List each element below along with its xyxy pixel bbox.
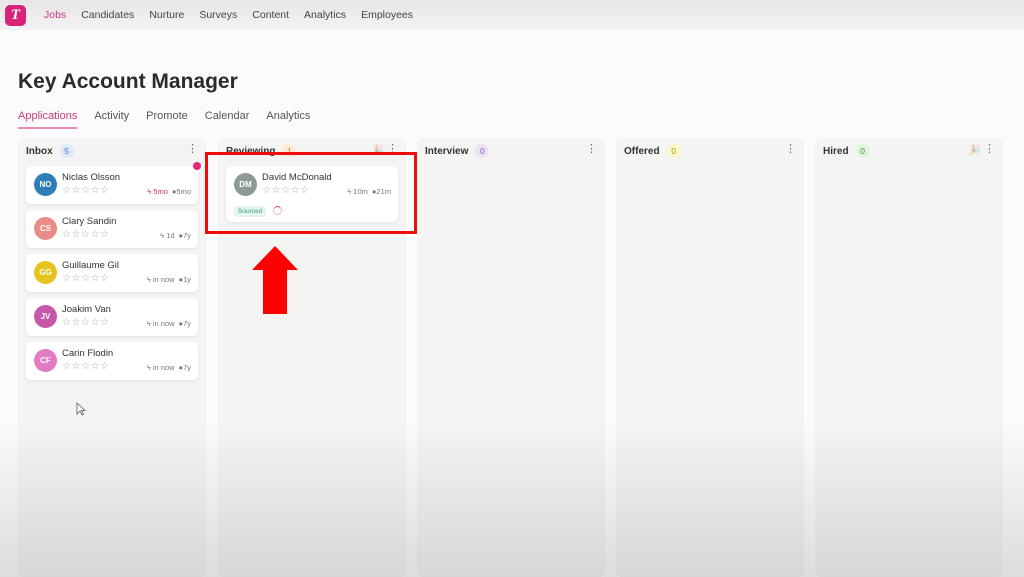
column-title: Inbox — [26, 145, 53, 157]
annotation-highlight-box — [205, 152, 417, 234]
app-logo[interactable]: T — [5, 4, 26, 26]
bolt-icon: ϟ — [146, 363, 151, 372]
annotation-up-arrow-icon — [252, 246, 298, 314]
tab-activity[interactable]: Activity — [94, 110, 129, 129]
star-rating[interactable]: ☆☆☆☆☆ — [62, 361, 109, 372]
avatar: CF — [34, 349, 57, 372]
column-menu-icon[interactable]: ⋮ — [984, 144, 995, 155]
candidate-meta: ϟ in now ●7y — [147, 363, 191, 372]
last-activity: in now — [152, 363, 175, 372]
candidate-name: Joakim Van — [62, 304, 111, 315]
column-title: Offered — [624, 145, 660, 157]
tab-applications[interactable]: Applications — [18, 110, 78, 129]
avatar: JV — [34, 305, 57, 328]
bolt-icon: ϟ — [147, 187, 152, 196]
nav-item-nurture[interactable]: Nurture — [149, 9, 184, 21]
application-age: 7y — [183, 231, 191, 240]
job-subtabs: Applications Activity Promote Calendar A… — [18, 110, 327, 129]
page-title: Key Account Manager — [18, 70, 238, 93]
candidate-card[interactable]: JV Joakim Van ☆☆☆☆☆ ϟ in now ●7y — [26, 298, 198, 336]
column-menu-icon[interactable]: ⋮ — [187, 144, 198, 155]
column-offered: Offered 0 ⋮ — [616, 138, 804, 577]
top-navigation-bar: T Jobs Candidates Nurture Surveys Conten… — [0, 0, 1024, 30]
pipeline-board: Inbox 5 ⋮ NO Niclas Olsson ☆☆☆☆☆ ϟ 5mo ●… — [18, 138, 1008, 577]
candidate-name: Niclas Olsson — [62, 172, 121, 183]
last-activity: 1d — [166, 231, 175, 240]
candidate-card[interactable]: GG Guillaume Gil ☆☆☆☆☆ ϟ in now ●1y — [26, 254, 198, 292]
candidate-meta: ϟ 1d ●7y — [160, 231, 191, 240]
last-activity: 5mo — [153, 187, 168, 196]
nav-item-content[interactable]: Content — [252, 9, 289, 21]
candidate-meta: ϟ in now ●7y — [147, 319, 191, 328]
column-interview: Interview 0 ⋮ — [417, 138, 605, 577]
avatar: CS — [34, 217, 57, 240]
candidate-meta: ϟ in now ●1y — [147, 275, 191, 284]
column-menu-icon[interactable]: ⋮ — [586, 144, 597, 155]
star-rating[interactable]: ☆☆☆☆☆ — [62, 185, 109, 196]
star-rating[interactable]: ☆☆☆☆☆ — [62, 317, 109, 328]
column-title: Interview — [425, 145, 469, 157]
nav-item-employees[interactable]: Employees — [361, 9, 413, 21]
celebrate-icon[interactable]: 🎉 — [969, 145, 981, 156]
candidate-name: Clary Sandin — [62, 216, 117, 227]
column-count-badge: 0 — [666, 144, 681, 158]
bolt-icon: ϟ — [160, 231, 165, 240]
tab-calendar[interactable]: Calendar — [205, 110, 250, 129]
nav-item-candidates[interactable]: Candidates — [81, 9, 134, 21]
tab-analytics[interactable]: Analytics — [266, 110, 310, 129]
candidate-card[interactable]: NO Niclas Olsson ☆☆☆☆☆ ϟ 5mo ●5mo — [26, 166, 198, 204]
column-inbox: Inbox 5 ⋮ NO Niclas Olsson ☆☆☆☆☆ ϟ 5mo ●… — [18, 138, 206, 577]
application-age: 7y — [183, 319, 191, 328]
last-activity: in now — [152, 275, 175, 284]
column-menu-icon[interactable]: ⋮ — [785, 144, 796, 155]
bolt-icon: ϟ — [146, 319, 151, 328]
last-activity: in now — [152, 319, 175, 328]
notification-dot — [193, 162, 201, 170]
application-age: 1y — [183, 275, 191, 284]
candidate-card[interactable]: CS Clary Sandin ☆☆☆☆☆ ϟ 1d ●7y — [26, 210, 198, 248]
nav-item-surveys[interactable]: Surveys — [199, 9, 237, 21]
avatar: GG — [34, 261, 57, 284]
column-title: Hired — [823, 145, 849, 157]
nav-item-jobs[interactable]: Jobs — [44, 9, 66, 21]
nav-item-analytics[interactable]: Analytics — [304, 9, 346, 21]
column-hired: Hired 0 🎉 ⋮ — [815, 138, 1003, 577]
bolt-icon: ϟ — [146, 275, 151, 284]
candidate-name: Guillaume Gil — [62, 260, 120, 271]
candidate-meta: ϟ 5mo ●5mo — [147, 187, 191, 196]
avatar: NO — [34, 173, 57, 196]
candidate-name: Carin Flodin — [62, 348, 114, 359]
candidate-card[interactable]: CF Carin Flodin ☆☆☆☆☆ ϟ in now ●7y — [26, 342, 198, 380]
mouse-cursor-icon — [76, 402, 86, 416]
column-count-badge: 0 — [475, 144, 490, 158]
application-age: 5mo — [176, 187, 191, 196]
star-rating[interactable]: ☆☆☆☆☆ — [62, 229, 109, 240]
tab-promote[interactable]: Promote — [146, 110, 188, 129]
star-rating[interactable]: ☆☆☆☆☆ — [62, 273, 109, 284]
column-count-badge: 5 — [59, 144, 74, 158]
column-count-badge: 0 — [855, 144, 870, 158]
application-age: 7y — [183, 363, 191, 372]
